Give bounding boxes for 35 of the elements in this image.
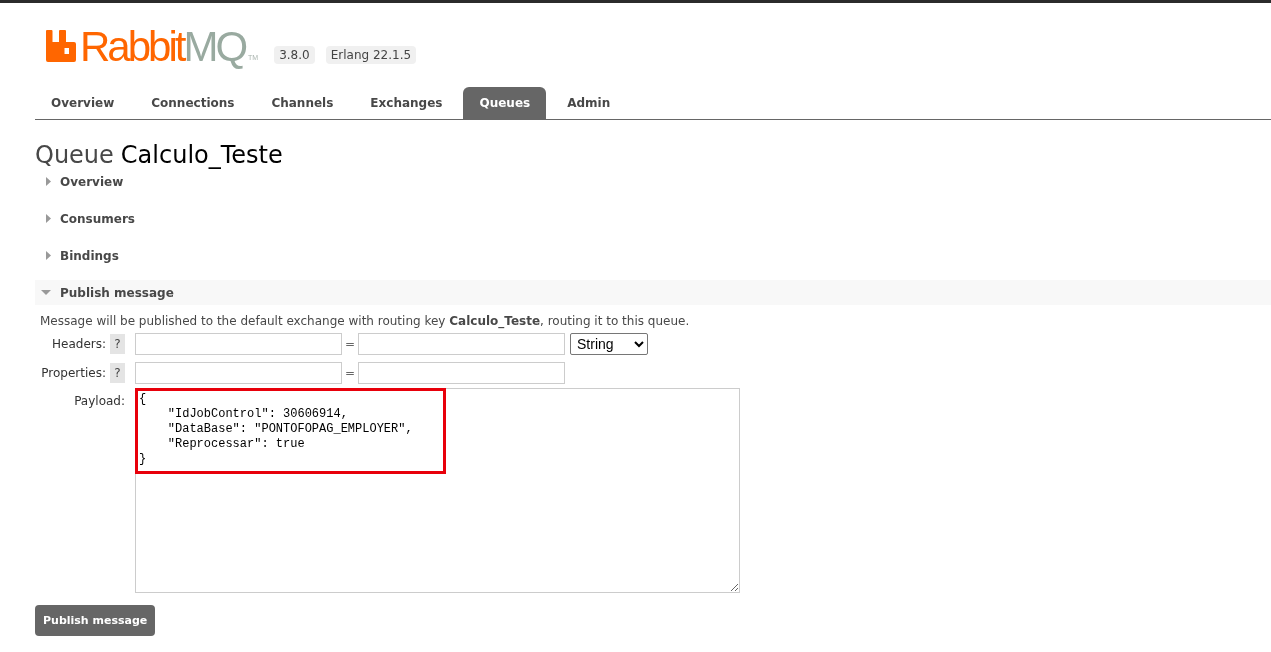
help-button[interactable]: ? — [110, 363, 125, 383]
nav-tab[interactable]: Exchanges — [354, 87, 459, 119]
key-field[interactable] — [135, 333, 342, 355]
publish-button[interactable]: Publish message — [35, 605, 156, 636]
key-field[interactable] — [135, 362, 342, 384]
caret-down-icon — [41, 290, 51, 295]
section-header[interactable]: Bindings — [35, 243, 125, 268]
caret-right-icon — [46, 177, 51, 186]
nav-tab[interactable]: Overview — [35, 87, 131, 119]
rabbit-logo-icon — [46, 30, 76, 62]
section-header[interactable]: Publish message — [35, 280, 1271, 305]
type-dropdown[interactable]: String — [570, 333, 648, 355]
caret-right-icon — [46, 251, 51, 260]
field-label: Properties: — [41, 366, 106, 380]
version-label: Erlang 22.1.5 — [325, 46, 417, 64]
field-label: Payload: — [74, 394, 125, 408]
nav-tab[interactable]: Connections — [135, 87, 251, 119]
value-field[interactable] — [358, 333, 565, 355]
field-label: Headers: — [52, 337, 106, 351]
page-title: Queue — [35, 141, 114, 169]
separator-text: = — [343, 337, 357, 351]
value-field[interactable] — [358, 362, 565, 384]
version-label: 3.8.0 — [274, 46, 315, 64]
help-button[interactable]: ? — [110, 334, 125, 354]
caret-right-icon — [46, 214, 51, 223]
logo-wordmark: RabbitMQ — [80, 22, 247, 71]
section-header[interactable]: Overview — [35, 169, 130, 194]
nav-tab[interactable]: Queues — [463, 87, 547, 119]
nav-tab[interactable]: Channels — [255, 87, 350, 119]
separator-text: = — [343, 366, 357, 380]
routing-description: Message will be published to the default exchange with routing key Calculo_Teste, routing it to this queue. — [40, 313, 690, 329]
section-header[interactable]: Consumers — [35, 206, 141, 231]
queue-name-title: Calculo_Teste — [120, 141, 283, 169]
payload-field[interactable]: { "IdJobControl": 30606914, "DataBase": "PONTOFOPAG_EMPLOYER", "Reprocessar": true } — [135, 388, 740, 593]
nav-tab[interactable]: Admin — [551, 87, 627, 119]
